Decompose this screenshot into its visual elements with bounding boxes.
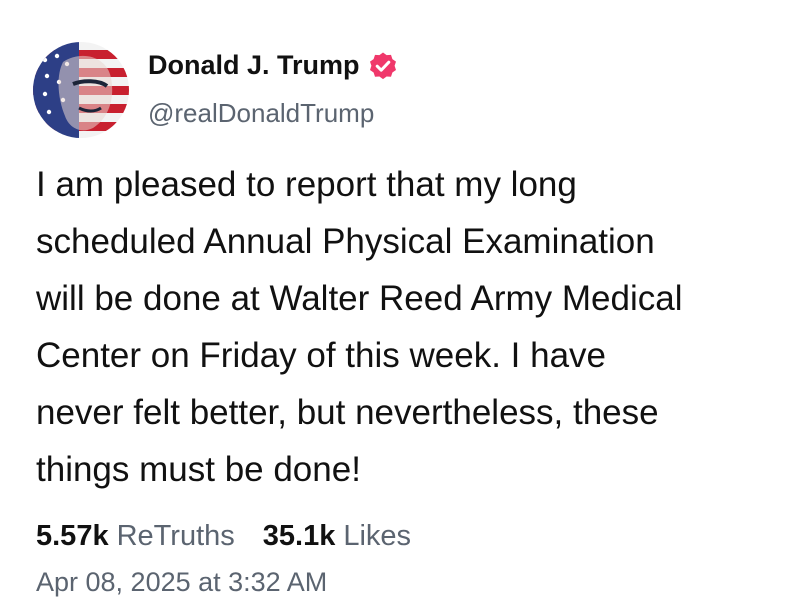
verified-badge-icon <box>368 51 398 81</box>
post-body: I am pleased to report that my long sche… <box>36 156 781 498</box>
author-handle[interactable]: @realDonaldTrump <box>148 98 374 129</box>
post-line: Center on Friday of this week. I have <box>36 336 606 375</box>
truth-post: Donald J. Trump @realDonaldTrump I am pl… <box>0 0 800 610</box>
post-line: will be done at Walter Reed Army Medical <box>36 279 683 318</box>
flag-portrait-avatar-icon <box>33 42 129 138</box>
author-display-name[interactable]: Donald J. Trump <box>148 50 360 81</box>
post-timestamp[interactable]: Apr 08, 2025 at 3:32 AM <box>36 567 327 598</box>
retruths-count: 5.57k <box>36 520 109 552</box>
retruths-stat[interactable]: 5.57k ReTruths <box>36 520 235 553</box>
post-line: I am pleased to report that my long <box>36 165 577 204</box>
avatar[interactable] <box>33 42 129 138</box>
author-name-row[interactable]: Donald J. Trump <box>148 50 398 81</box>
likes-label: Likes <box>343 520 412 552</box>
likes-count: 35.1k <box>262 520 336 552</box>
post-line: things must be done! <box>36 450 361 489</box>
post-line: never felt better, but nevertheless, the… <box>36 393 659 432</box>
likes-stat[interactable]: 35.1k Likes <box>263 520 411 553</box>
engagement-stats: 5.57k ReTruths 35.1k Likes <box>36 520 439 553</box>
retruths-label: ReTruths <box>116 520 235 552</box>
post-line: scheduled Annual Physical Examination <box>36 222 655 261</box>
